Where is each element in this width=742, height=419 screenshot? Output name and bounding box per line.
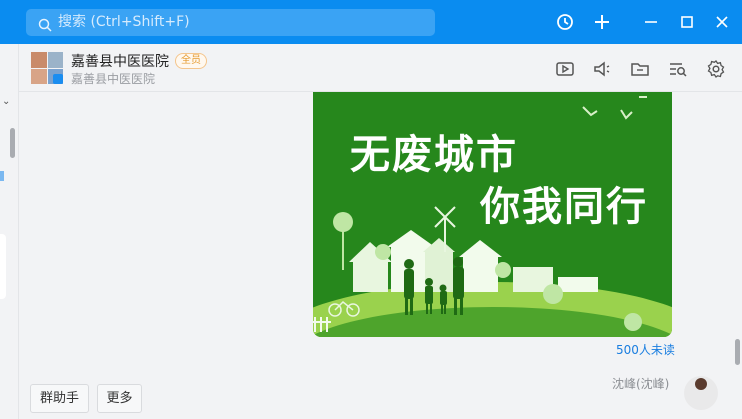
group-assistant-button[interactable]: 群助手 — [30, 384, 89, 413]
plus-icon[interactable] — [592, 12, 612, 32]
live-icon[interactable] — [555, 59, 575, 79]
group-title[interactable]: 嘉善县中医医院 — [71, 51, 169, 71]
group-subtitle: 嘉善县中医医院 — [71, 72, 156, 86]
settings-icon[interactable] — [706, 59, 726, 79]
history-icon[interactable] — [555, 12, 575, 32]
verified-badge-icon — [53, 74, 63, 84]
more-button[interactable]: 更多 — [97, 384, 142, 413]
announcement-icon[interactable] — [592, 59, 612, 79]
list-item[interactable] — [0, 234, 6, 299]
poster-subheadline: 你我同行 — [480, 184, 648, 230]
chevron-down-icon[interactable]: ⌄ — [2, 96, 10, 107]
list-scrollbar[interactable] — [10, 128, 15, 158]
title-bar: 搜索 (Ctrl+Shift+F) — [0, 0, 742, 44]
sender-name: 沈峰(沈峰) — [612, 377, 670, 391]
maximize-icon[interactable] — [677, 12, 697, 32]
minimize-icon[interactable] — [641, 12, 661, 32]
member-badge: 全员 — [175, 53, 207, 69]
search-icon — [38, 15, 52, 32]
close-icon[interactable] — [712, 12, 732, 32]
search-history-icon[interactable] — [668, 59, 688, 79]
conversation-list-edge: ⌄ — [0, 44, 19, 419]
list-item-marker — [0, 171, 4, 181]
chat-scrollbar[interactable] — [735, 339, 740, 365]
poster-headline: 无废城市 — [350, 132, 518, 178]
search-placeholder: 搜索 (Ctrl+Shift+F) — [58, 14, 190, 30]
folder-icon[interactable] — [630, 59, 650, 79]
search-input[interactable]: 搜索 (Ctrl+Shift+F) — [26, 9, 435, 36]
unread-count-link[interactable]: 500人未读 — [616, 341, 675, 358]
image-message[interactable]: 无废城市 你我同行 — [313, 92, 672, 337]
chat-header: 嘉善县中医医院 全员 嘉善县中医医院 — [19, 44, 742, 92]
sender-avatar[interactable] — [684, 376, 718, 410]
